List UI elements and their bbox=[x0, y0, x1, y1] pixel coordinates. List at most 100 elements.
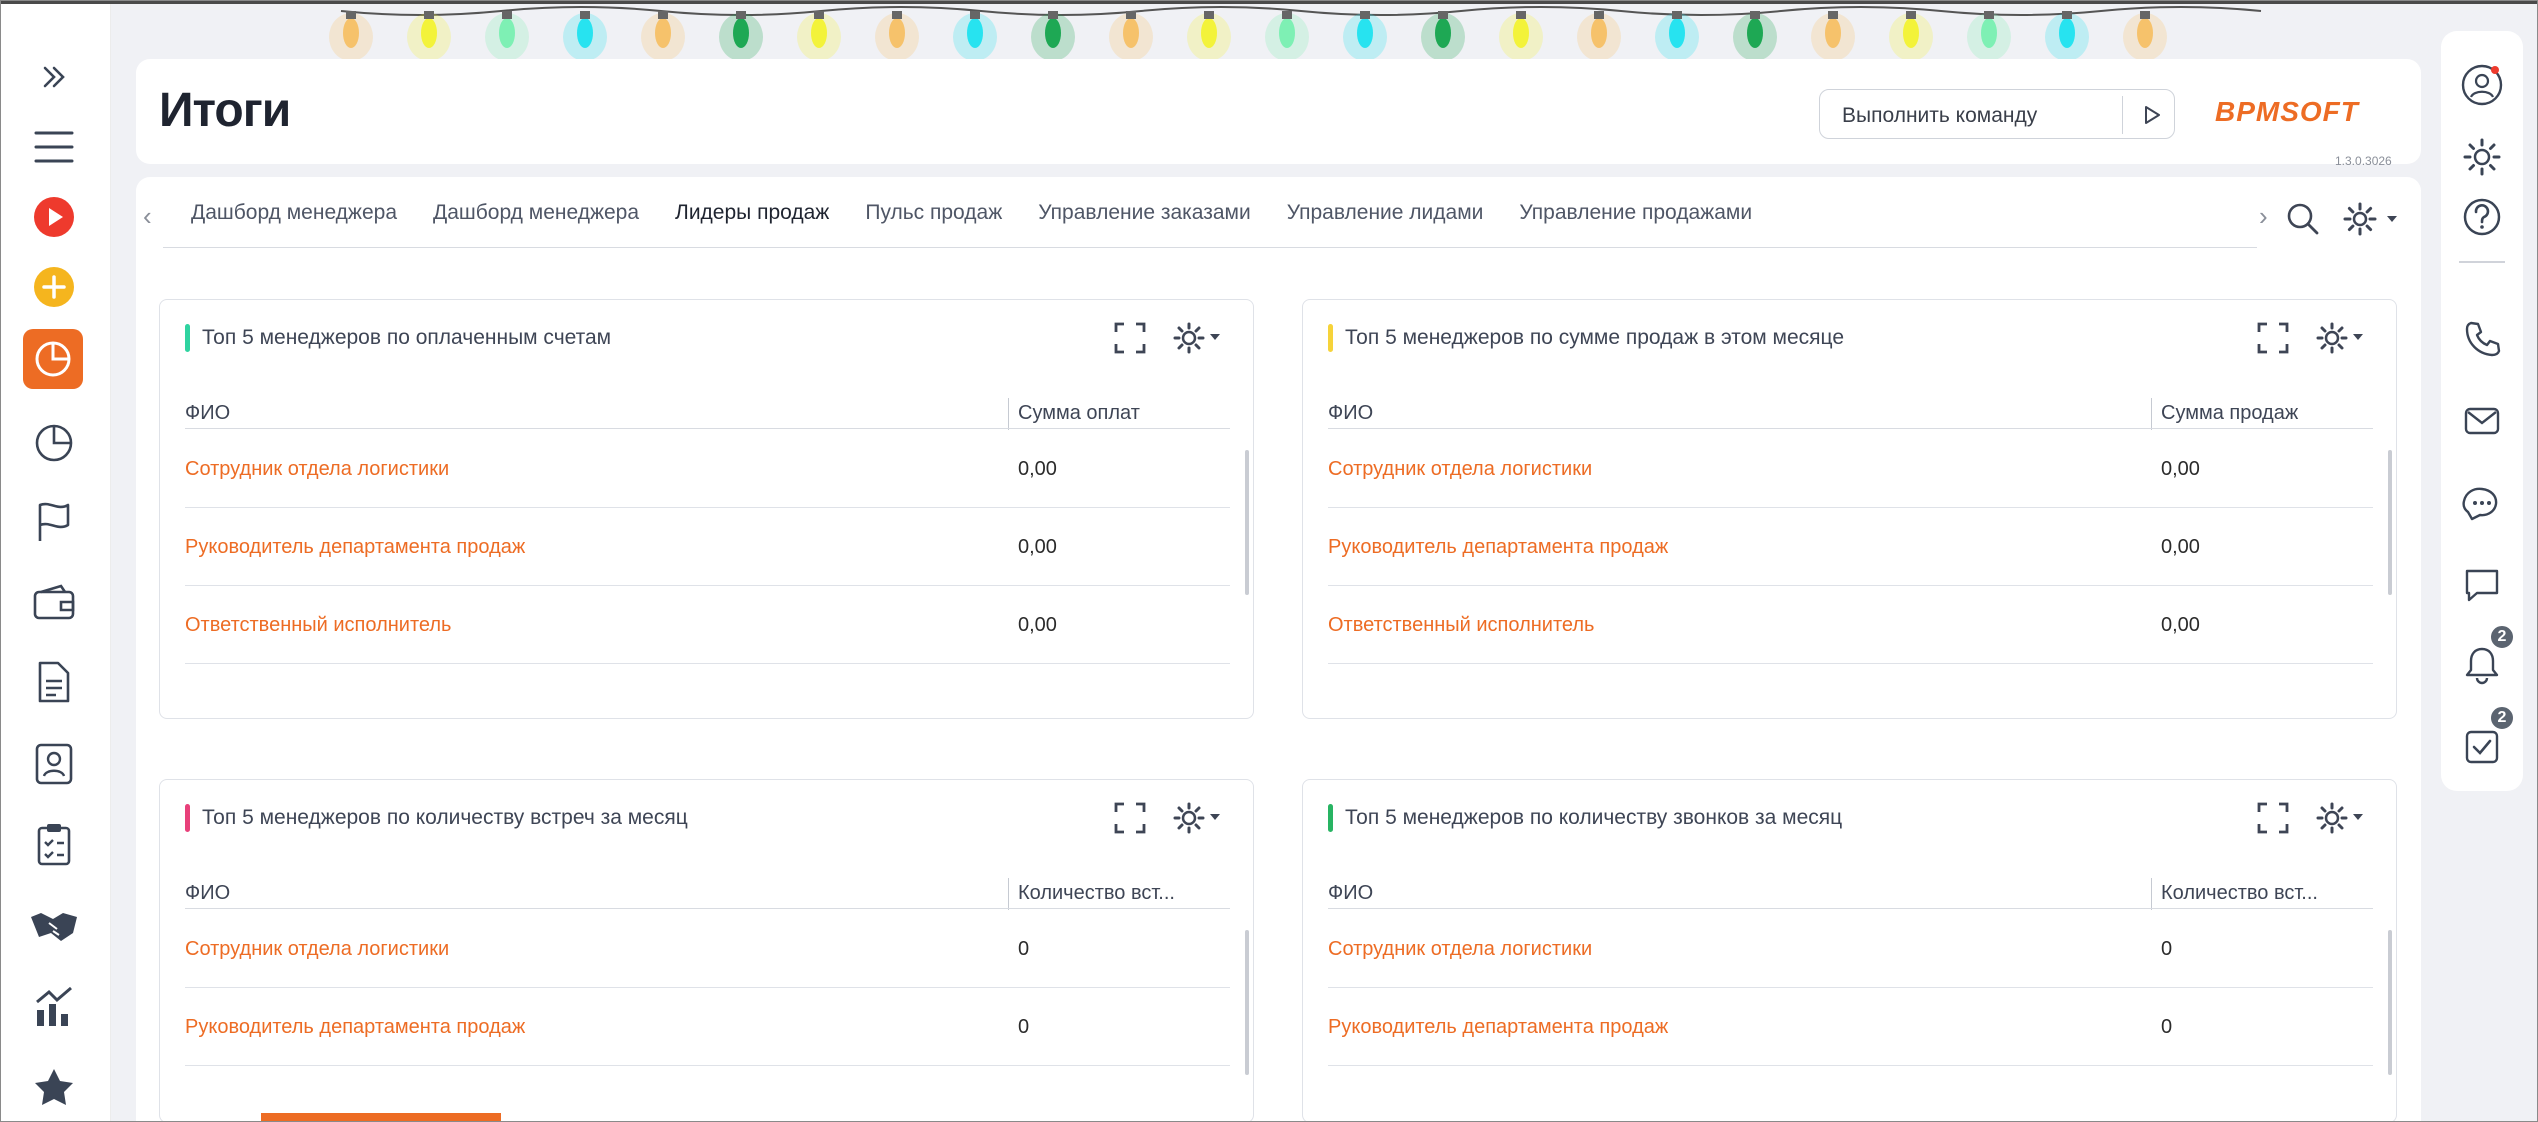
widget-settings-button[interactable] bbox=[2315, 318, 2365, 358]
widget-settings-button[interactable] bbox=[2315, 798, 2365, 838]
left-sidebar bbox=[1, 4, 111, 1121]
svg-text:BPMSOFT: BPMSOFT bbox=[2215, 97, 2361, 127]
column-header-value[interactable]: Сумма продаж bbox=[2161, 402, 2298, 425]
version-label: 1.3.0.3026 bbox=[2335, 154, 2392, 168]
page-title: Итоги bbox=[159, 84, 291, 137]
row-value: 0,00 bbox=[1018, 458, 1057, 480]
widget-scrollbar[interactable] bbox=[2388, 930, 2392, 1075]
gear-icon bbox=[2316, 322, 2363, 354]
column-header-value[interactable]: Количество вст... bbox=[1018, 882, 1175, 905]
row-value: 0,00 bbox=[1018, 536, 1057, 558]
add-icon[interactable] bbox=[26, 259, 81, 314]
widget-settings-button[interactable] bbox=[1172, 318, 1222, 358]
menu-icon[interactable] bbox=[26, 119, 81, 174]
tab-manager-dashboard-1[interactable]: Дашборд менеджера bbox=[191, 201, 397, 235]
table-row: Ответственный исполнитель 0,00 bbox=[185, 586, 1230, 664]
fullscreen-icon[interactable] bbox=[1110, 318, 1150, 358]
widget-scrollbar[interactable] bbox=[2388, 450, 2392, 595]
row-value: 0,00 bbox=[2161, 458, 2200, 480]
widget-calls-count: Топ 5 менеджеров по количеству звонков з… bbox=[1302, 779, 2397, 1121]
employee-link[interactable]: Ответственный исполнитель bbox=[185, 614, 451, 637]
search-icon[interactable] bbox=[2283, 199, 2323, 239]
fullscreen-icon[interactable] bbox=[2253, 318, 2293, 358]
tasks-icon[interactable] bbox=[26, 816, 81, 871]
flag-icon[interactable] bbox=[26, 494, 81, 549]
employee-link[interactable]: Руководитель департамента продаж bbox=[185, 536, 525, 559]
widget-accent bbox=[1328, 804, 1333, 832]
row-value: 0,00 bbox=[2161, 536, 2200, 558]
handshake-icon[interactable] bbox=[26, 899, 81, 954]
tabs-underline bbox=[163, 247, 2257, 248]
app-window: Итоги Выполнить команду BPMSOFT 1.3.0.30… bbox=[0, 0, 2538, 1122]
profile-icon[interactable] bbox=[2456, 59, 2508, 111]
gear-icon bbox=[2343, 202, 2397, 236]
command-placeholder: Выполнить команду bbox=[1842, 104, 2038, 127]
play-icon[interactable] bbox=[26, 189, 81, 244]
star-icon[interactable] bbox=[26, 1059, 81, 1114]
tab-sales-management[interactable]: Управление продажами bbox=[1519, 201, 1752, 235]
help-icon[interactable] bbox=[2456, 191, 2508, 243]
tab-order-management[interactable]: Управление заказами bbox=[1038, 201, 1250, 235]
gear-icon bbox=[2316, 802, 2363, 834]
expand-icon[interactable] bbox=[26, 49, 81, 104]
employee-link[interactable]: Сотрудник отдела логистики bbox=[185, 458, 449, 481]
widget-accent bbox=[185, 804, 190, 832]
email-icon[interactable] bbox=[2456, 395, 2508, 447]
gear-icon bbox=[1173, 322, 1220, 354]
column-divider[interactable] bbox=[2151, 878, 2152, 910]
right-sidebar-divider bbox=[2459, 261, 2505, 263]
dashboard-settings-button[interactable] bbox=[2343, 199, 2407, 239]
system-settings-icon[interactable] bbox=[2456, 131, 2508, 183]
chat-icon[interactable] bbox=[2456, 477, 2508, 529]
employee-link[interactable]: Сотрудник отдела логистики bbox=[1328, 938, 1592, 961]
widget-title: Топ 5 менеджеров по количеству звонков з… bbox=[1345, 806, 1843, 829]
wallet-icon[interactable] bbox=[26, 574, 81, 629]
row-value: 0,00 bbox=[2161, 614, 2200, 636]
table-row: Руководитель департамента продаж 0,00 bbox=[185, 508, 1230, 586]
phone-icon[interactable] bbox=[2456, 313, 2508, 365]
dashboards-icon[interactable] bbox=[23, 329, 83, 389]
fullscreen-icon[interactable] bbox=[1110, 798, 1150, 838]
tab-lead-management[interactable]: Управление лидами bbox=[1287, 201, 1484, 235]
document-icon[interactable] bbox=[26, 654, 81, 709]
column-header-value[interactable]: Количество вст... bbox=[2161, 882, 2318, 905]
employee-link[interactable]: Руководитель департамента продаж bbox=[1328, 1016, 1668, 1039]
widget-scrollbar[interactable] bbox=[1245, 450, 1249, 595]
tabs-prev-arrow[interactable]: ‹ bbox=[143, 201, 163, 231]
employee-link[interactable]: Руководитель департамента продаж bbox=[1328, 536, 1668, 559]
widget-paid-invoices: Топ 5 менеджеров по оплаченным счетам ФИО… bbox=[159, 299, 1254, 719]
tasks-badge: 2 bbox=[2489, 705, 2515, 731]
tabs-next-arrow[interactable]: › bbox=[2259, 201, 2279, 231]
contacts-icon[interactable] bbox=[26, 736, 81, 791]
header-underline bbox=[1328, 428, 2373, 429]
column-divider[interactable] bbox=[1008, 398, 1009, 430]
table-row: Сотрудник отдела логистики 0,00 bbox=[185, 430, 1230, 508]
employee-link[interactable]: Ответственный исполнитель bbox=[1328, 614, 1594, 637]
widget-settings-button[interactable] bbox=[1172, 798, 1222, 838]
command-input[interactable]: Выполнить команду bbox=[1819, 89, 2175, 139]
tab-sales-leaders[interactable]: Лидеры продаж bbox=[675, 201, 829, 235]
employee-link[interactable]: Руководитель департамента продаж bbox=[185, 1016, 525, 1039]
column-header-value[interactable]: Сумма оплат bbox=[1018, 402, 1140, 425]
run-command-button[interactable] bbox=[2130, 94, 2174, 136]
fullscreen-icon[interactable] bbox=[2253, 798, 2293, 838]
dashboard-tabs: Дашборд менеджера Дашборд менеджера Лиде… bbox=[191, 201, 1788, 235]
widget-scrollbar[interactable] bbox=[1245, 930, 1249, 1075]
row-value: 0,00 bbox=[1018, 614, 1057, 636]
chart-icon[interactable] bbox=[26, 979, 81, 1034]
header-underline bbox=[1328, 908, 2373, 909]
employee-link[interactable]: Сотрудник отдела логистики bbox=[1328, 458, 1592, 481]
column-header-name[interactable]: ФИО bbox=[185, 882, 230, 905]
column-divider[interactable] bbox=[1008, 878, 1009, 910]
column-header-name[interactable]: ФИО bbox=[1328, 402, 1373, 425]
tab-manager-dashboard-2[interactable]: Дашборд менеджера bbox=[433, 201, 639, 235]
column-header-name[interactable]: ФИО bbox=[1328, 882, 1373, 905]
column-header-name[interactable]: ФИО bbox=[185, 402, 230, 425]
analytics-icon[interactable] bbox=[26, 414, 81, 469]
employee-link[interactable]: Сотрудник отдела логистики bbox=[185, 938, 449, 961]
table-row: Руководитель департамента продаж 0,00 bbox=[1328, 508, 2373, 586]
feed-icon[interactable] bbox=[2456, 559, 2508, 611]
widget-meetings-count: Топ 5 менеджеров по количеству встреч за… bbox=[159, 779, 1254, 1121]
tab-sales-pulse[interactable]: Пульс продаж bbox=[865, 201, 1002, 235]
column-divider[interactable] bbox=[2151, 398, 2152, 430]
